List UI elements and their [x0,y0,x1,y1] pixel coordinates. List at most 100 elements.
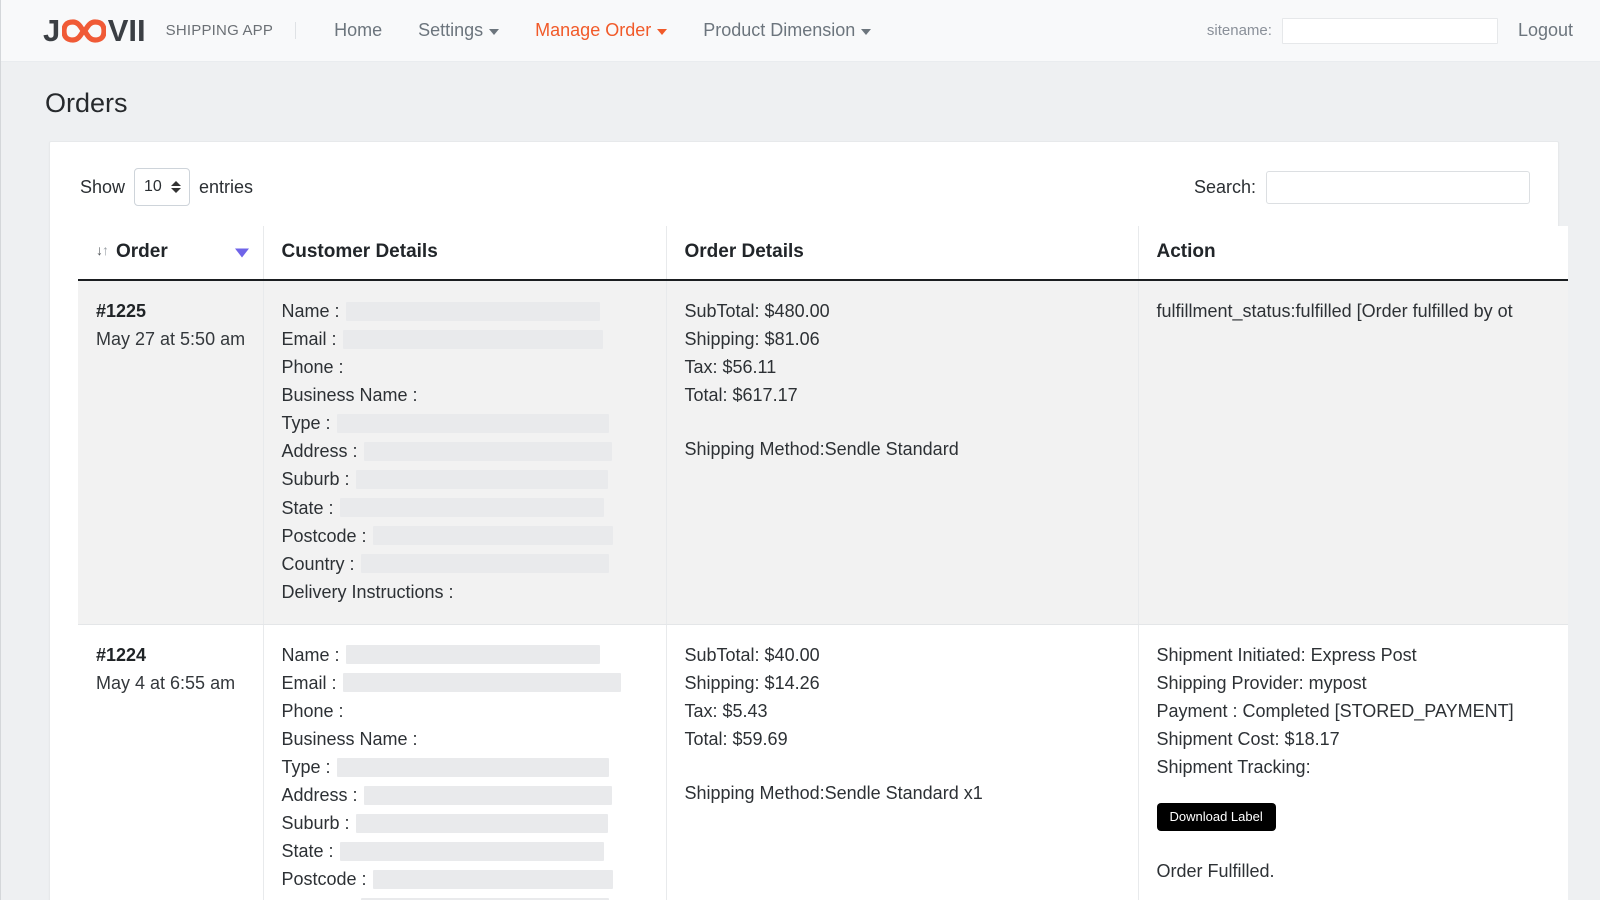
column-header-customer-details[interactable]: Customer Details [263,226,666,280]
search-group: Search: [1194,171,1530,204]
cell-order-details: SubTotal: $480.00Shipping: $81.06Tax: $5… [666,280,1138,624]
customer-field-label: Country : [282,550,355,578]
column-header-order-details[interactable]: Order Details [666,226,1138,280]
customer-field: Country : [282,550,650,578]
order-id: #1224 [96,641,247,669]
logout-button[interactable]: Logout [1508,12,1583,49]
customer-field-label: Address : [282,437,358,465]
brand-logo[interactable]: J VII [43,13,146,49]
redacted-value [343,330,603,349]
order-detail-line: Total: $617.17 [685,381,1122,409]
action-line: Shipment Cost: $18.17 [1157,725,1553,753]
redacted-value [346,302,600,321]
customer-field-label: Email : [282,325,337,353]
order-detail-line: Shipping: $14.26 [685,669,1122,697]
customer-field-label: Phone : [282,697,344,725]
nav-item-home-label: Home [334,20,382,41]
navbar-right-group: sitename: Logout [1207,12,1583,49]
cell-customer-details: Name :Email :Phone :Business Name :Type … [263,280,666,624]
customer-field-label: Name : [282,641,340,669]
cell-order: #1224May 4 at 6:55 am [78,624,263,900]
top-navbar: J VII SHIPPING APP Home Settings Manage … [1,0,1600,62]
customer-field: Delivery Instructions : [282,578,650,606]
customer-field: Postcode : [282,865,650,893]
order-date: May 4 at 6:55 am [96,669,247,697]
customer-field: Email : [282,325,650,353]
customer-field: Phone : [282,697,650,725]
redacted-value [356,814,608,833]
customer-field-label: State : [282,494,334,522]
order-status-text: Order Fulfilled. [1157,857,1553,885]
table-row: #1224May 4 at 6:55 amName :Email :Phone … [78,624,1568,900]
redacted-value [373,526,613,545]
entries-per-page-value: 10 [144,178,162,196]
customer-field: State : [282,494,650,522]
sitename-input[interactable] [1282,18,1498,44]
customer-field: Address : [282,781,650,809]
redacted-value [340,842,604,861]
table-row: #1225May 27 at 5:50 am Name :Email :Phone… [78,280,1568,624]
sitename-label: sitename: [1207,22,1272,39]
orders-card: Show 10 entries Search: [49,141,1559,900]
cell-action: fulfillment_status:fulfilled [Order fulf… [1138,280,1568,624]
customer-field: Business Name : [282,725,650,753]
nav-item-settings-label: Settings [418,20,483,41]
order-detail-line: Shipping Method:Sendle Standard [685,435,1122,463]
chevron-down-icon [657,29,667,35]
download-label-button[interactable]: Download Label [1157,803,1276,831]
brand-logo-vii: VII [108,13,146,49]
customer-field: Suburb : [282,809,650,837]
order-id: #1225 [96,297,247,325]
app-tag-label: SHIPPING APP [166,22,296,39]
customer-field-label: Postcode : [282,522,367,550]
spacer [685,409,1122,435]
customer-field: Name : [282,297,650,325]
customer-field: Suburb : [282,465,650,493]
orders-table-head: ↓↑ Order Customer Details Order Details A… [78,226,1568,280]
nav-item-product-dimension[interactable]: Product Dimension [685,12,889,49]
nav-item-home[interactable]: Home [316,12,400,49]
redacted-value [337,758,609,777]
nav-item-manage-order[interactable]: Manage Order [517,12,685,49]
nav-item-product-dimension-label: Product Dimension [703,20,855,41]
cell-order-details: SubTotal: $40.00Shipping: $14.26Tax: $5.… [666,624,1138,900]
action-line: Shipping Provider: mypost [1157,669,1553,697]
action-line: Payment : Completed [STORED_PAYMENT] [1157,697,1553,725]
column-header-order-details-label: Order Details [685,241,804,262]
orders-table-header-row: ↓↑ Order Customer Details Order Details A… [78,226,1568,280]
column-header-order[interactable]: ↓↑ Order [78,226,263,280]
order-detail-line: Total: $59.69 [685,725,1122,753]
redacted-value [340,498,604,517]
order-detail-line: SubTotal: $40.00 [685,641,1122,669]
redacted-value [337,414,609,433]
nav-item-settings[interactable]: Settings [400,12,517,49]
entries-per-page-select[interactable]: 10 [134,168,190,206]
customer-field-label: Postcode : [282,865,367,893]
nav-item-manage-order-label: Manage Order [535,20,651,41]
brand-logo-j: J [43,13,60,49]
action-line: Shipment Initiated: Express Post [1157,641,1553,669]
table-controls: Show 10 entries Search: [78,164,1532,206]
chevron-down-icon [489,29,499,35]
order-date: May 27 at 5:50 am [96,325,247,353]
order-detail-line: SubTotal: $480.00 [685,297,1122,325]
order-detail-line: Tax: $56.11 [685,353,1122,381]
action-line: Shipment Tracking: [1157,753,1553,781]
sort-arrows-icon: ↓↑ [96,242,108,258]
customer-field: Email : [282,669,650,697]
column-header-order-label: Order [116,241,168,262]
customer-field: State : [282,837,650,865]
action-line: fulfillment_status:fulfilled [Order fulf… [1157,297,1553,325]
customer-field-label: Business Name : [282,381,418,409]
cell-customer-details: Name :Email :Phone :Business Name :Type … [263,624,666,900]
customer-field-label: Type : [282,409,331,437]
customer-field: Business Name : [282,381,650,409]
redacted-value [364,442,612,461]
search-input[interactable] [1266,171,1530,204]
show-label: Show [80,177,125,198]
search-label: Search: [1194,177,1256,198]
customer-field: Postcode : [282,522,650,550]
column-header-action[interactable]: Action [1138,226,1568,280]
customer-field: Country : [282,894,650,900]
redacted-value [364,786,612,805]
